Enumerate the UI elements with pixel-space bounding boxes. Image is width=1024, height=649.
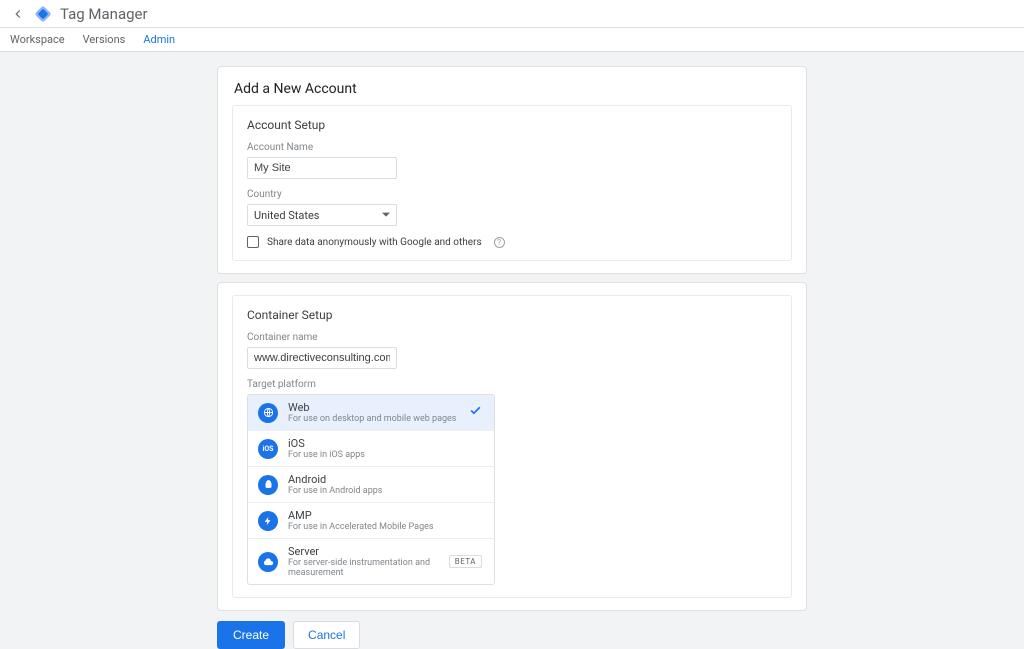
account-name-input[interactable] <box>247 157 397 179</box>
chevron-down-icon <box>382 209 390 222</box>
platform-android[interactable]: Android For use in Android apps <box>248 467 494 503</box>
top-bar: Tag Manager <box>0 0 1024 28</box>
tabs-bar: Workspace Versions Admin <box>0 28 1024 52</box>
platform-desc: For use in Android apps <box>288 486 382 496</box>
cancel-button[interactable]: Cancel <box>293 621 360 649</box>
platform-server[interactable]: Server For server-side instrumentation a… <box>248 539 494 584</box>
target-platform-label: Target platform <box>247 379 777 390</box>
container-name-input[interactable] <box>247 347 397 369</box>
container-setup-title: Container Setup <box>247 308 777 322</box>
platform-web[interactable]: Web For use on desktop and mobile web pa… <box>248 395 494 431</box>
country-select[interactable]: United States <box>247 204 397 226</box>
web-icon <box>258 403 278 423</box>
page-title: Add a New Account <box>218 67 806 105</box>
platform-ios[interactable]: iOS iOS For use in iOS apps <box>248 431 494 467</box>
create-button[interactable]: Create <box>217 621 285 649</box>
app-title: Tag Manager <box>60 5 148 23</box>
gtm-logo-icon <box>34 5 52 23</box>
platform-name: AMP <box>288 509 434 522</box>
tab-admin[interactable]: Admin <box>143 33 175 46</box>
country-value: United States <box>254 209 319 222</box>
platform-name: Android <box>288 473 382 486</box>
back-arrow-icon[interactable] <box>8 4 28 24</box>
share-data-label: Share data anonymously with Google and o… <box>267 237 482 248</box>
platform-desc: For use in iOS apps <box>288 450 365 460</box>
android-icon <box>258 475 278 495</box>
server-icon <box>258 552 278 572</box>
footer-buttons: Create Cancel <box>217 621 807 649</box>
amp-icon <box>258 511 278 531</box>
platform-desc: For use in Accelerated Mobile Pages <box>288 522 434 532</box>
container-name-label: Container name <box>247 332 777 343</box>
ios-icon: iOS <box>258 439 278 459</box>
beta-badge: BETA <box>449 555 482 568</box>
check-icon <box>469 404 482 421</box>
tab-workspace[interactable]: Workspace <box>10 33 65 46</box>
platform-list: Web For use on desktop and mobile web pa… <box>247 394 495 585</box>
account-name-label: Account Name <box>247 142 777 153</box>
account-setup-section: Account Setup Account Name Country Unite… <box>232 105 792 261</box>
share-data-checkbox[interactable] <box>247 236 259 248</box>
container-card: Container Setup Container name Target pl… <box>217 282 807 611</box>
tab-versions[interactable]: Versions <box>83 33 126 46</box>
platform-desc: For use on desktop and mobile web pages <box>288 414 456 424</box>
platform-name: Web <box>288 401 456 414</box>
country-label: Country <box>247 189 777 200</box>
platform-amp[interactable]: AMP For use in Accelerated Mobile Pages <box>248 503 494 539</box>
account-card: Add a New Account Account Setup Account … <box>217 66 807 274</box>
platform-name: iOS <box>288 437 365 450</box>
container-setup-section: Container Setup Container name Target pl… <box>232 295 792 598</box>
content: Add a New Account Account Setup Account … <box>0 52 1024 649</box>
help-icon[interactable]: ? <box>494 237 505 248</box>
account-setup-title: Account Setup <box>247 118 777 132</box>
